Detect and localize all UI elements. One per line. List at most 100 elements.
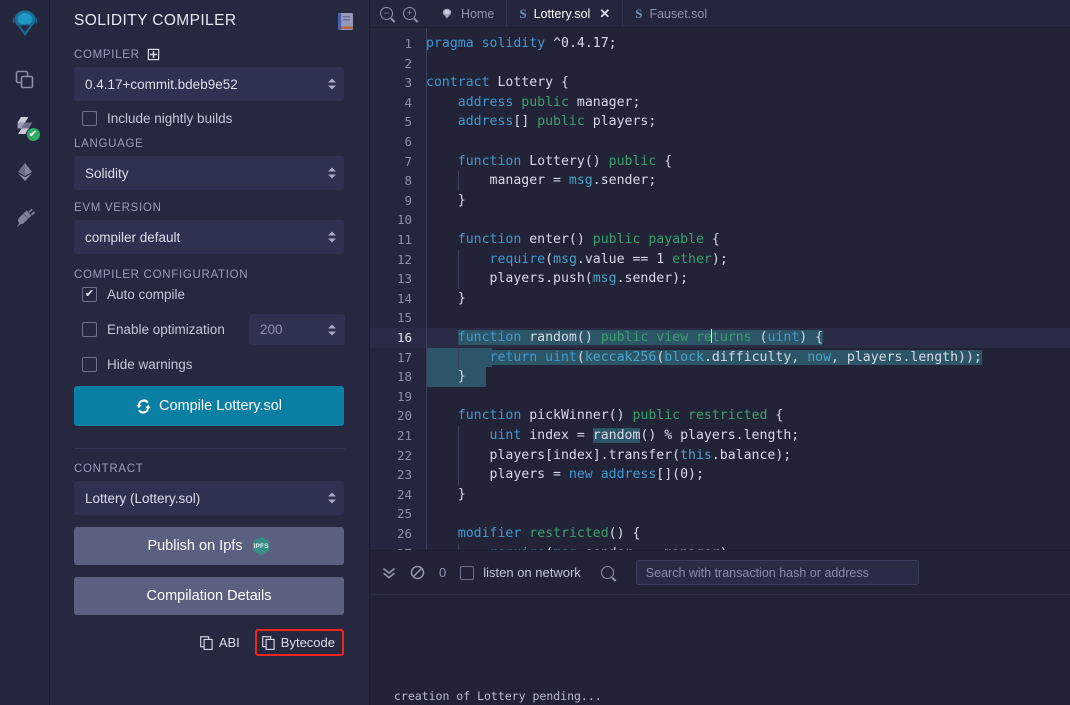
- sidebar-item-solidity-compiler[interactable]: ✔: [0, 104, 50, 148]
- code-line: 1 pragma solidity ^0.4.17;: [370, 34, 1070, 54]
- code-line: 23 players = new address[](0);: [370, 465, 1070, 485]
- line-number: 10: [396, 212, 412, 228]
- enable-optimization-checkbox[interactable]: [82, 322, 97, 337]
- line-text: uint index = random() % players.length;: [489, 428, 800, 443]
- language-label: LANGUAGE: [74, 138, 144, 150]
- plug-icon: [16, 208, 35, 228]
- optimization-runs-input[interactable]: 200: [249, 314, 345, 345]
- code-line: 11 function enter() public payable {: [370, 230, 1070, 250]
- include-nightly-row[interactable]: Include nightly builds: [82, 111, 345, 126]
- line-number: 24: [396, 486, 412, 502]
- sidebar-item-plugin-manager[interactable]: [0, 196, 50, 240]
- ban-icon[interactable]: [410, 565, 425, 580]
- editor-tab-bar: − + Home S Lottery.sol ✕ S Fauset.sol: [370, 0, 1070, 28]
- line-number: 12: [396, 251, 412, 267]
- remix-logo[interactable]: [0, 0, 49, 48]
- auto-compile-row[interactable]: Auto compile: [82, 287, 345, 302]
- line-number: 3: [404, 75, 412, 91]
- line-text: function Lottery() public {: [457, 153, 673, 169]
- documentation-icon[interactable]: [337, 12, 353, 30]
- include-nightly-checkbox[interactable]: [82, 111, 97, 126]
- line-number: 21: [396, 428, 412, 443]
- language-select[interactable]: Solidity: [74, 156, 344, 190]
- copy-icon: [261, 635, 275, 650]
- line-number: 4: [404, 94, 412, 110]
- code-line: 16 function random() public view returns…: [370, 328, 1070, 348]
- refresh-icon: [136, 398, 151, 414]
- compiler-version-select[interactable]: 0.4.17+commit.bdeb9e52: [74, 67, 344, 101]
- contract-select-wrap: Lottery (Lottery.sol): [74, 481, 345, 515]
- line-number: 15: [396, 310, 412, 326]
- indent-guide: [458, 465, 459, 485]
- listen-on-network-checkbox[interactable]: [460, 565, 475, 580]
- zoom-out-icon[interactable]: −: [380, 7, 393, 20]
- tab-lottery-sol-label: Lottery.sol: [533, 6, 591, 21]
- select-spinner-icon: [328, 167, 336, 179]
- code-line: 6: [370, 132, 1070, 152]
- tab-home-label: Home: [461, 6, 495, 21]
- line-text: players[index].transfer(this.balance);: [426, 447, 792, 463]
- hide-warnings-row[interactable]: Hide warnings: [82, 357, 345, 372]
- line-number: 27: [370, 544, 412, 550]
- listen-on-network-row[interactable]: listen on network: [460, 565, 581, 580]
- code-line: 26 modifier restricted() {: [370, 524, 1070, 544]
- line-text: function enter() public payable {: [457, 232, 720, 247]
- auto-compile-checkbox[interactable]: [82, 287, 97, 302]
- gutter-divider: [426, 28, 427, 550]
- copy-abi-button[interactable]: ABI: [195, 632, 245, 653]
- chevron-double-down-icon[interactable]: [382, 566, 396, 580]
- hide-warnings-label: Hide warnings: [107, 357, 193, 372]
- transaction-search-input[interactable]: Search with transaction hash or address: [635, 560, 919, 585]
- solidity-icon: S: [519, 5, 527, 21]
- line-number: 25: [396, 506, 412, 522]
- code-content[interactable]: 1 pragma solidity ^0.4.17; 2 3 contract Lott…: [370, 28, 1070, 550]
- publish-on-ipfs-button[interactable]: Publish on Ipfs IPFS: [74, 527, 344, 565]
- solidity-compiler-panel: SOLIDITY COMPILER COMPILER 0.4.17+commit…: [50, 0, 370, 705]
- code-line: 4 address public manager;: [370, 93, 1070, 113]
- copy-bytecode-button[interactable]: Bytecode: [254, 629, 344, 656]
- enable-optimization-label: Enable optimization: [107, 322, 225, 337]
- compile-button[interactable]: Compile Lottery.sol: [74, 386, 344, 426]
- line-text: require(msg.sender == manager);: [426, 544, 736, 550]
- line-text: function random() public view returns (u…: [457, 329, 824, 345]
- search-icon[interactable]: [600, 566, 614, 579]
- evm-version-select[interactable]: compiler default: [74, 220, 344, 254]
- zoom-in-icon[interactable]: +: [403, 7, 416, 20]
- contract-select[interactable]: Lottery (Lottery.sol): [74, 481, 344, 515]
- line-number: 8: [404, 173, 412, 189]
- plus-box-icon[interactable]: [147, 48, 160, 61]
- compiler-version-select-wrap: 0.4.17+commit.bdeb9e52: [74, 67, 345, 101]
- include-nightly-label: Include nightly builds: [107, 111, 233, 126]
- terminal-panel: 0 listen on network Search with transact…: [370, 550, 1070, 705]
- tab-lottery-sol[interactable]: S Lottery.sol ✕: [506, 0, 622, 27]
- code-editor[interactable]: 1 pragma solidity ^0.4.17; 2 3 contract Lott…: [370, 28, 1070, 550]
- line-number: 19: [396, 388, 412, 404]
- enable-optimization-left[interactable]: Enable optimization: [82, 322, 225, 337]
- line-number: 26: [396, 526, 412, 541]
- stepper-icon[interactable]: [328, 324, 336, 335]
- line-text: contract Lottery {: [426, 75, 569, 91]
- copy-bytecode-label: Bytecode: [280, 635, 335, 650]
- indent-guide: [458, 543, 459, 550]
- code-line: 19: [370, 387, 1070, 407]
- compiler-label: COMPILER: [74, 48, 140, 61]
- close-icon[interactable]: ✕: [599, 6, 610, 22]
- compilation-details-button[interactable]: Compilation Details: [74, 577, 344, 615]
- code-line: 15: [370, 308, 1070, 328]
- sidebar-item-deploy-and-run[interactable]: [0, 150, 50, 194]
- copy-icon: [199, 635, 213, 650]
- enable-optimization-row: Enable optimization 200: [82, 314, 345, 345]
- indent-guide: [458, 269, 459, 289]
- copy-row: ABI Bytecode: [74, 629, 344, 656]
- line-number: 17: [396, 349, 412, 365]
- optimization-runs-value: 200: [260, 322, 283, 337]
- tab-fauset-sol[interactable]: S Fauset.sol: [622, 0, 719, 27]
- tab-home[interactable]: Home: [428, 0, 506, 27]
- hide-warnings-checkbox[interactable]: [82, 357, 97, 372]
- code-line: 5 address[] public players;: [370, 112, 1070, 132]
- language-select-wrap: Solidity: [74, 156, 345, 190]
- select-spinner-icon: [328, 492, 336, 504]
- code-line: 25: [370, 504, 1070, 524]
- line-text: function pickWinner() public restricted …: [457, 408, 784, 424]
- sidebar-item-file-explorers[interactable]: [0, 58, 50, 102]
